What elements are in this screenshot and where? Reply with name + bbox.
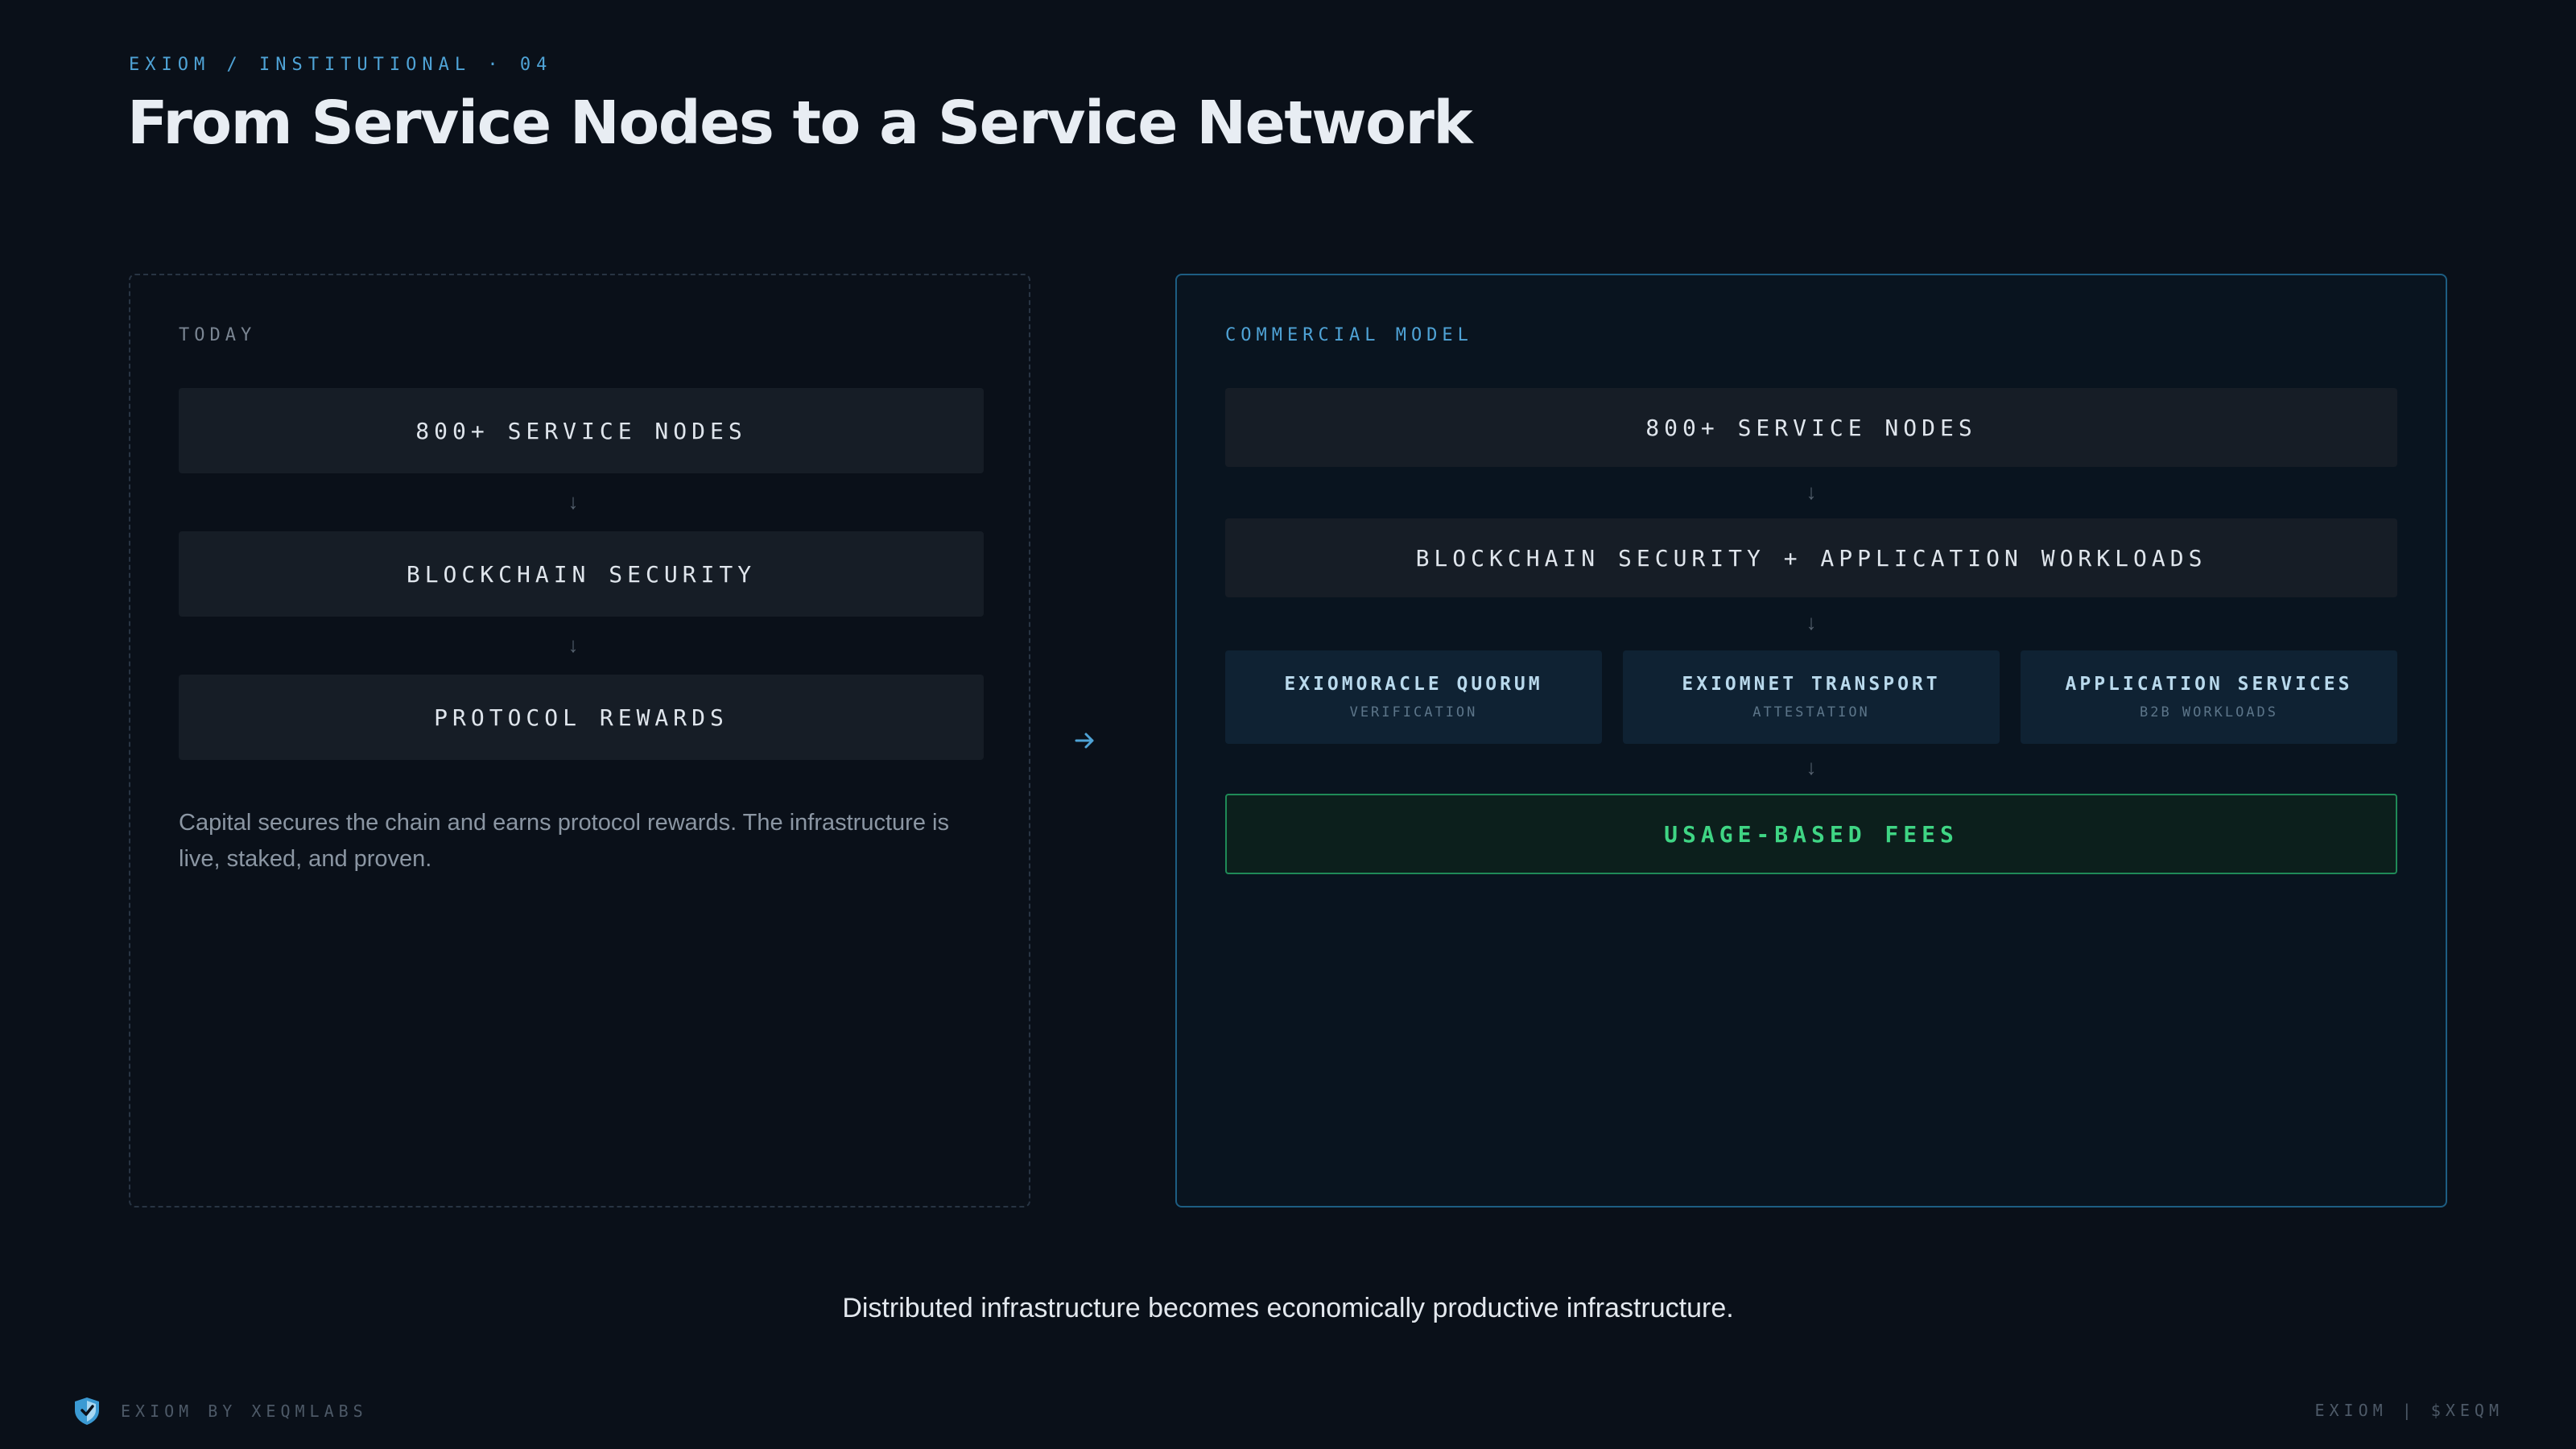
arrow-right-icon: [1075, 733, 1094, 749]
service-caption: VERIFICATION: [1349, 704, 1478, 720]
service-title: EXIOMORACLE QUORUM: [1284, 674, 1543, 695]
today-caption: Capital secures the chain and earns prot…: [179, 810, 949, 872]
usage-based-fees-box: USAGE-BASED FEES: [1225, 794, 2397, 874]
slide-title: From Service Nodes to a Service Network: [127, 89, 1473, 158]
service-exiomoracle-quorum: EXIOMORACLE QUORUM VERIFICATION: [1225, 650, 1602, 744]
service-exiomnet-transport: EXIOMNET TRANSPORT ATTESTATION: [1623, 650, 2000, 744]
today-step-protocol-rewards: PROTOCOL REWARDS: [179, 675, 984, 760]
service-title: APPLICATION SERVICES: [2065, 674, 2353, 695]
commercial-panel: COMMERCIAL MODEL 800+ SERVICE NODES ↓ BL…: [1175, 274, 2447, 1208]
footer-brand-text: EXIOM BY XEQMLABS: [121, 1402, 368, 1421]
slide-kicker: EXIOM / INSTITUTIONAL · 04: [129, 55, 553, 75]
footer-ticker: EXIOM | $XEQM: [2314, 1401, 2504, 1420]
arrow-down-icon: ↓: [568, 489, 579, 514]
today-label: TODAY: [179, 325, 257, 345]
arrow-down-icon: ↓: [1806, 755, 1817, 779]
today-step-service-nodes: 800+ SERVICE NODES: [179, 388, 984, 473]
service-caption: B2B WORKLOADS: [2139, 704, 2279, 720]
service-application-services: APPLICATION SERVICES B2B WORKLOADS: [2021, 650, 2397, 744]
shield-logo-icon: [75, 1397, 99, 1425]
commercial-label: COMMERCIAL MODEL: [1225, 325, 1473, 345]
commercial-step-security-workloads: BLOCKCHAIN SECURITY + APPLICATION WORKLO…: [1225, 518, 2397, 597]
arrow-down-icon: ↓: [1806, 610, 1817, 634]
service-caption: ATTESTATION: [1752, 704, 1870, 720]
footer-brand: EXIOM BY XEQMLABS: [72, 1396, 368, 1426]
today-panel: TODAY 800+ SERVICE NODES ↓ BLOCKCHAIN SE…: [129, 274, 1030, 1208]
service-title: EXIOMNET TRANSPORT: [1682, 674, 1941, 695]
arrow-down-icon: ↓: [568, 633, 579, 657]
today-step-blockchain-security: BLOCKCHAIN SECURITY: [179, 531, 984, 617]
slide-tagline: Distributed infrastructure becomes econo…: [842, 1293, 1734, 1323]
arrow-down-icon: ↓: [1806, 480, 1817, 504]
commercial-step-service-nodes: 800+ SERVICE NODES: [1225, 388, 2397, 467]
